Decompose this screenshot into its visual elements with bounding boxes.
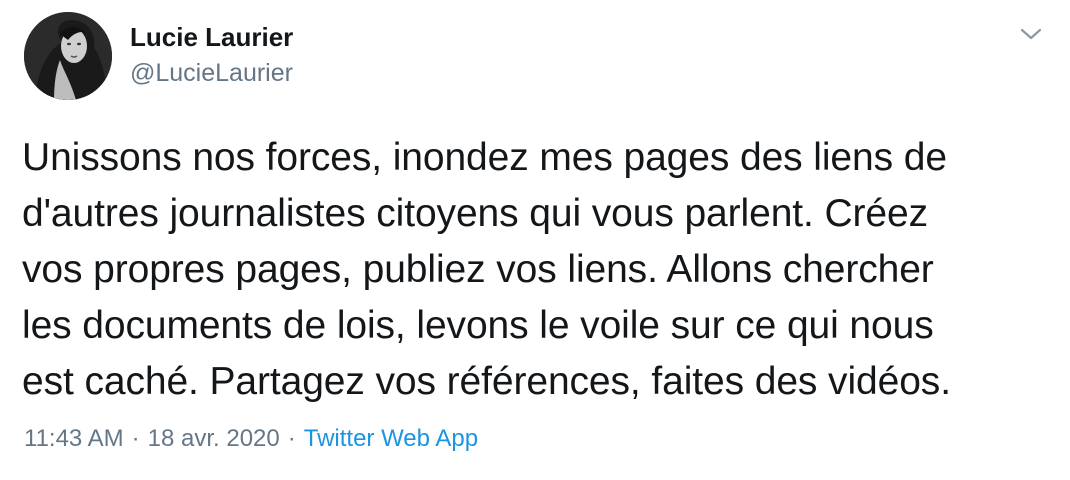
tweet-text: Unissons nos forces, inondez mes pages d… xyxy=(22,130,1052,410)
tweet-time[interactable]: 11:43 AM xyxy=(24,425,124,452)
avatar[interactable] xyxy=(24,12,112,100)
tweet-text-line: vos propres pages, publiez vos liens. Al… xyxy=(22,248,934,291)
meta-separator: · xyxy=(131,425,140,452)
avatar-photo xyxy=(24,12,112,100)
tweet-source-link[interactable]: Twitter Web App xyxy=(304,425,478,452)
author-handle[interactable]: @LucieLaurier xyxy=(130,58,293,88)
meta-separator: · xyxy=(287,425,296,452)
tweet-card: Lucie Laurier @LucieLaurier Unissons nos… xyxy=(0,0,1070,480)
tweet-meta: 11:43 AM · 18 avr. 2020 · Twitter Web App xyxy=(24,424,478,454)
tweet-text-line: est caché. Partagez vos références, fait… xyxy=(22,360,951,403)
tweet-text-line: d'autres journalistes citoyens qui vous … xyxy=(22,192,929,235)
chevron-down-icon[interactable] xyxy=(1016,22,1046,46)
author-name[interactable]: Lucie Laurier xyxy=(130,22,293,52)
tweet-text-line: les documents de lois, levons le voile s… xyxy=(22,304,934,347)
tweet-text-line: Unissons nos forces, inondez mes pages d… xyxy=(22,136,947,179)
tweet-date[interactable]: 18 avr. 2020 xyxy=(148,425,280,452)
